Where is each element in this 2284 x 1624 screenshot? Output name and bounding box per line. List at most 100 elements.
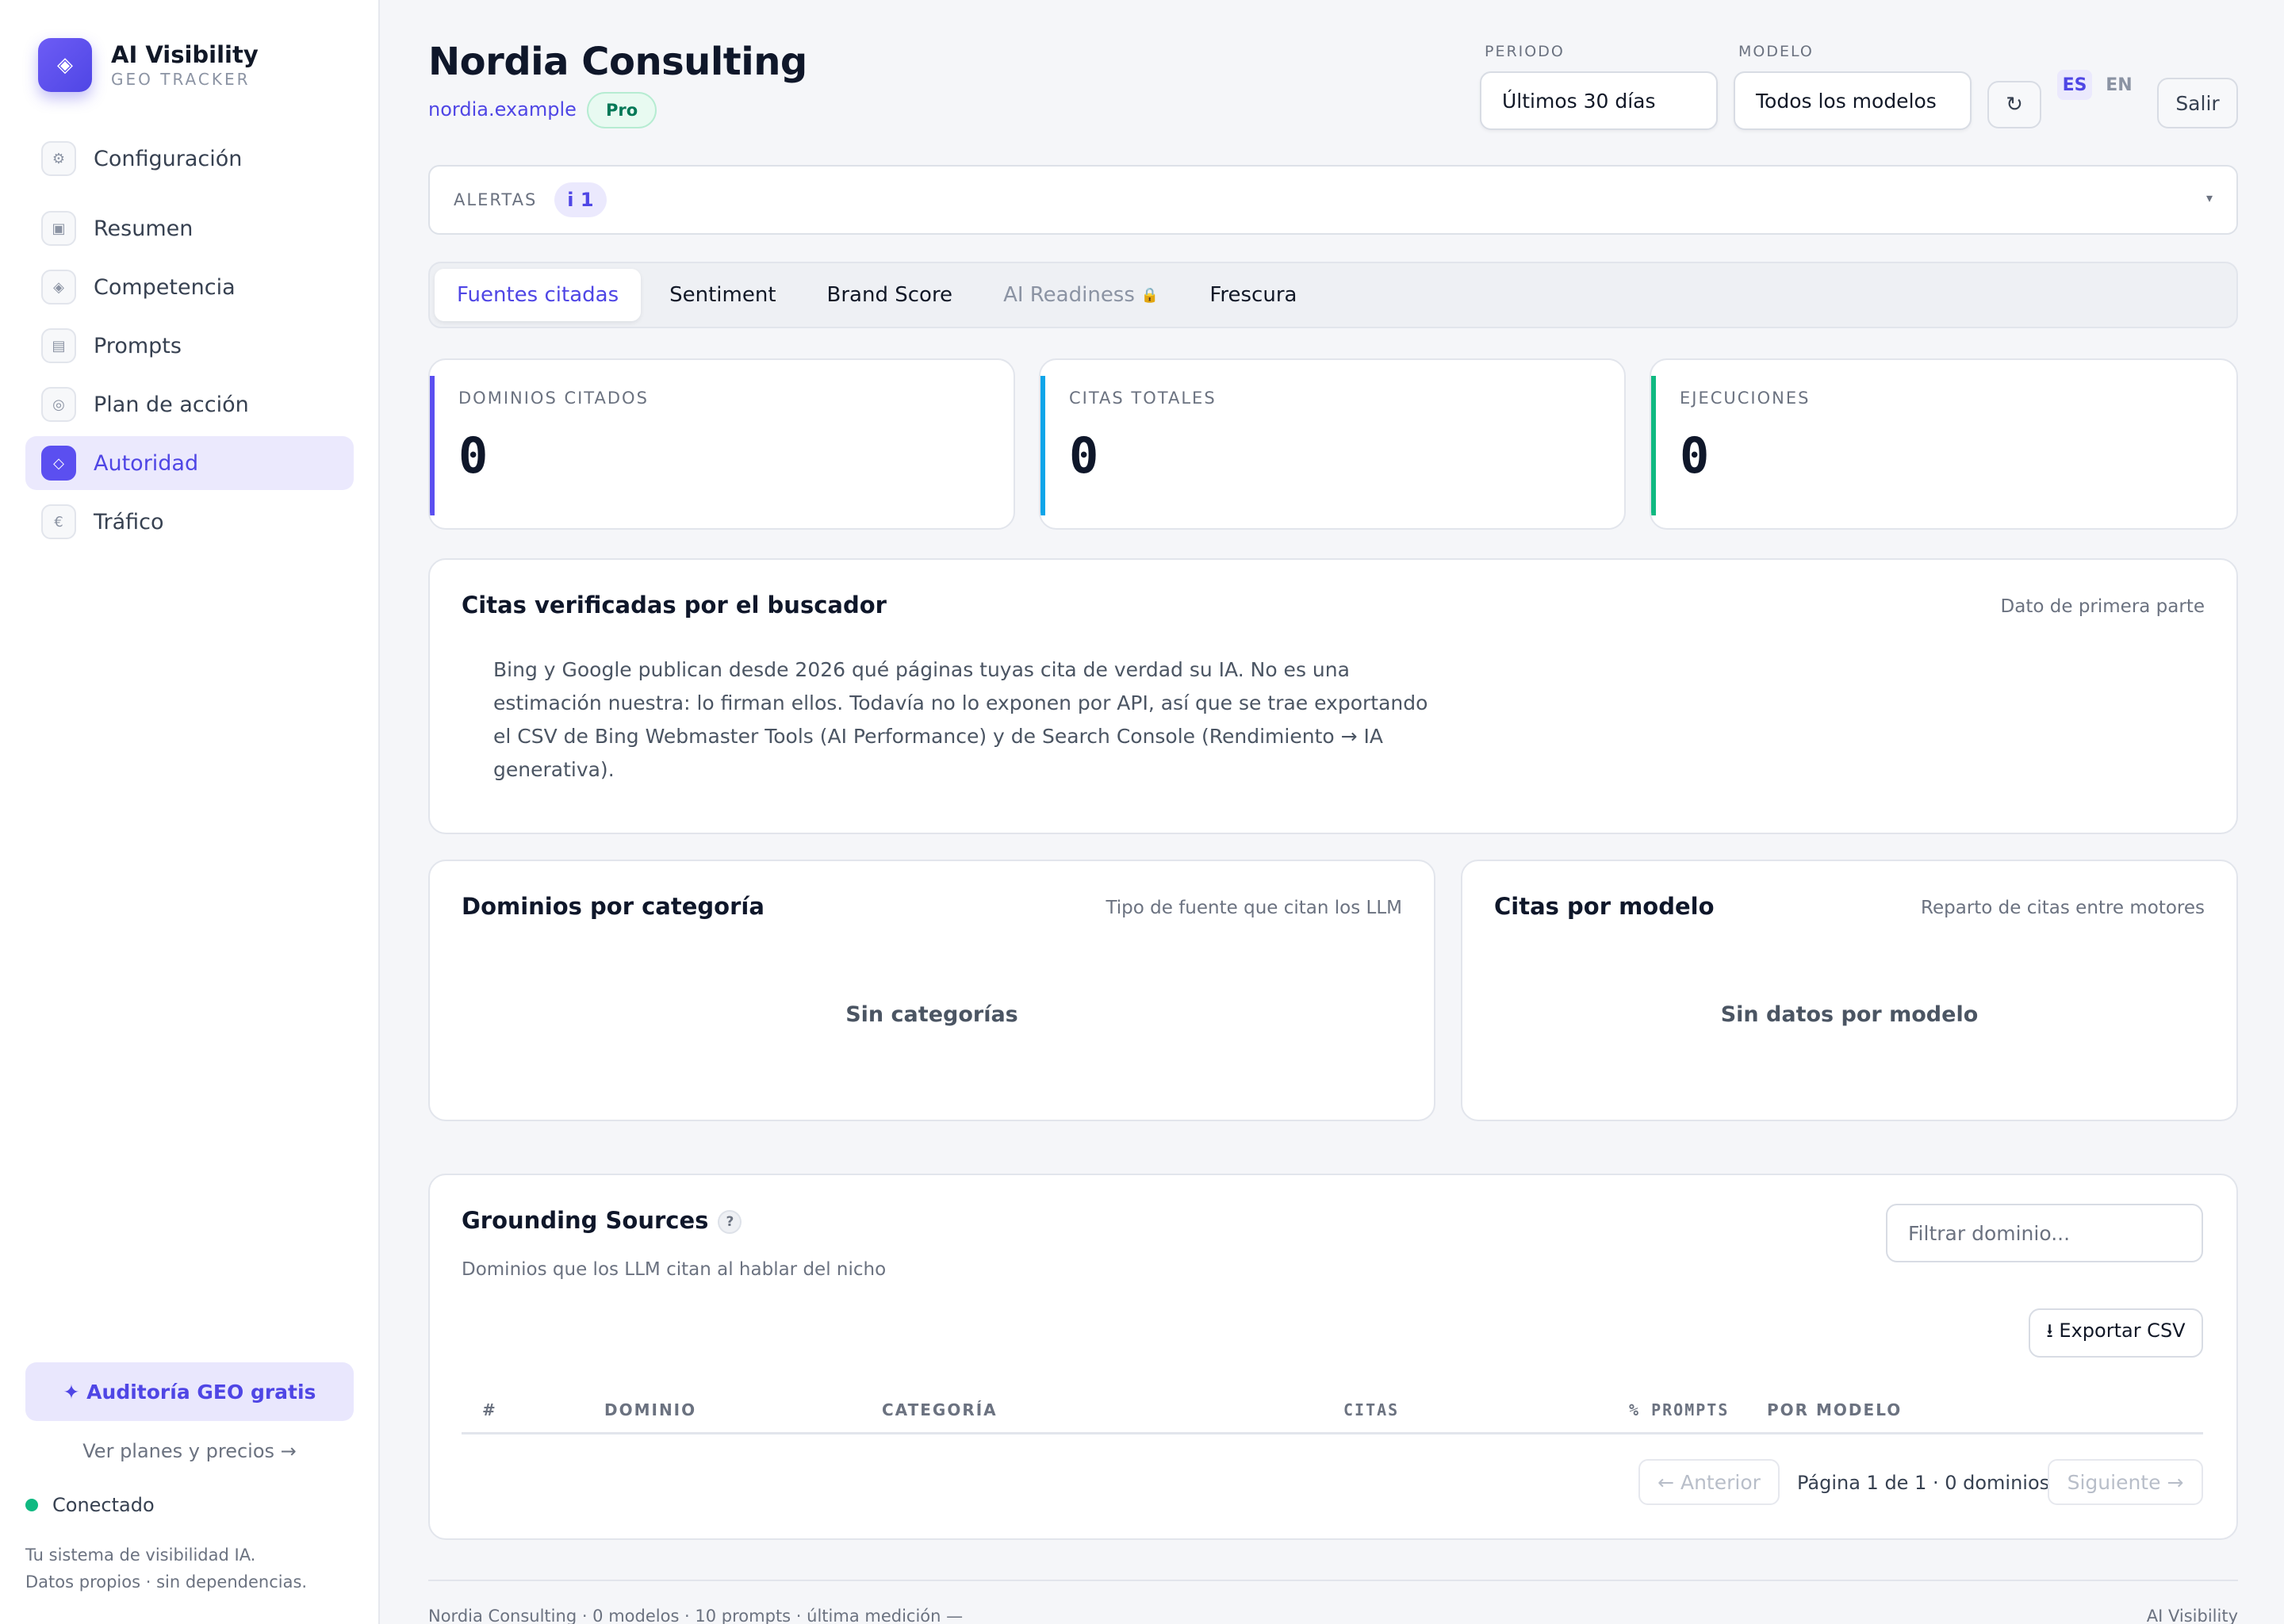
lock-icon: 🔒 xyxy=(1140,286,1159,304)
column-header-citations[interactable]: CITAS xyxy=(1343,1400,1399,1419)
gear-icon: ⚙ xyxy=(41,141,76,176)
stat-label: DOMINIOS CITADOS xyxy=(458,389,649,408)
model-label: MODELO xyxy=(1738,43,1814,60)
column-header-domain[interactable]: DOMINIO xyxy=(604,1400,696,1419)
sidebar-item-competencia[interactable]: ◈ Competencia xyxy=(25,260,354,314)
empty-state: Sin datos por modelo xyxy=(1720,1002,1979,1027)
stat-value: 0 xyxy=(1069,427,1099,485)
card-title: Citas por modelo xyxy=(1494,893,1715,920)
target-icon: ◎ xyxy=(41,387,76,422)
diamond-icon: ◇ xyxy=(41,446,76,481)
refresh-icon: ↻ xyxy=(2006,93,2023,117)
card-note: Reparto de citas entre motores xyxy=(1921,898,2205,918)
plan-badge: Pro xyxy=(587,92,657,128)
verified-citations-card: Citas verificadas por el buscador Dato d… xyxy=(428,558,2238,834)
footer-brand: AI Visibility xyxy=(2146,1607,2238,1624)
lang-es-button[interactable]: ES xyxy=(2057,70,2092,100)
stat-value: 0 xyxy=(458,427,489,485)
stat-label: CITAS TOTALES xyxy=(1069,389,1217,408)
sidebar-item-label: Configuración xyxy=(94,146,243,171)
sidebar-item-trafico[interactable]: € Tráfico xyxy=(25,495,354,549)
alerts-count-badge: i 1 xyxy=(554,182,607,217)
list-icon: ▤ xyxy=(41,328,76,363)
column-header-category[interactable]: CATEGORÍA xyxy=(882,1400,998,1419)
sidebar-item-label: Plan de acción xyxy=(94,392,249,417)
sidebar-item-prompts[interactable]: ▤ Prompts xyxy=(25,319,354,373)
brand[interactable]: ◈ AI Visibility GEO TRACKER xyxy=(38,38,259,92)
stat-value: 0 xyxy=(1680,427,1710,485)
audit-geo-button[interactable]: ✦ Auditoría GEO gratis xyxy=(25,1362,354,1421)
lang-en-button[interactable]: EN xyxy=(2102,70,2136,100)
logout-button[interactable]: Salir xyxy=(2157,78,2238,128)
tab-bar: Fuentes citadas Sentiment Brand Score AI… xyxy=(428,262,2238,328)
connection-status: Conectado xyxy=(25,1494,155,1516)
sidebar-item-label: Autoridad xyxy=(94,450,199,476)
alerts-label: ALERTAS xyxy=(454,190,538,209)
stat-accent-bar xyxy=(1040,376,1045,515)
empty-state: Sin categorías xyxy=(845,1002,1018,1027)
previous-page-button[interactable]: ← Anterior xyxy=(1638,1459,1780,1505)
chevron-down-icon: ▾ xyxy=(2205,190,2213,205)
model-select[interactable]: Todos los modelos xyxy=(1734,71,1972,130)
period-label: PERIODO xyxy=(1485,43,1565,60)
plans-link[interactable]: Ver planes y precios → xyxy=(25,1440,354,1462)
next-page-button[interactable]: Siguiente → xyxy=(2048,1459,2203,1505)
sidebar-item-label: Tráfico xyxy=(94,509,164,534)
domains-by-category-card: Dominios por categoría Tipo de fuente qu… xyxy=(428,860,1435,1121)
tab-sentiment[interactable]: Sentiment xyxy=(647,269,798,321)
page-title: Nordia Consulting xyxy=(428,40,807,84)
tagline: Tu sistema de visibilidad IA. Datos prop… xyxy=(25,1542,307,1595)
sidebar: ◈ AI Visibility GEO TRACKER ⚙ Configurac… xyxy=(0,0,380,1624)
period-select[interactable]: Últimos 30 días xyxy=(1480,71,1718,130)
euro-icon: € xyxy=(41,504,76,539)
status-dot-icon xyxy=(25,1499,38,1511)
square-icon: ▣ xyxy=(41,211,76,246)
stat-card-dominios-citados: DOMINIOS CITADOS 0 xyxy=(428,358,1015,530)
card-title: Citas verificadas por el buscador xyxy=(462,592,887,619)
domain-link[interactable]: nordia.example xyxy=(428,98,577,121)
grounding-title: Grounding Sources xyxy=(462,1207,709,1234)
refresh-button[interactable]: ↻ xyxy=(1987,81,2041,128)
footer-divider xyxy=(428,1580,2238,1581)
card-title: Grounding Sources? xyxy=(462,1207,742,1234)
stat-label: EJECUCIONES xyxy=(1680,389,1811,408)
grounding-sources-card: Grounding Sources? Dominios que los LLM … xyxy=(428,1174,2238,1540)
card-title: Dominios por categoría xyxy=(462,893,765,920)
sidebar-item-label: Resumen xyxy=(94,216,194,241)
table-divider xyxy=(462,1432,2203,1434)
tagline-line: Datos propios · sin dependencias. xyxy=(25,1572,308,1591)
tab-ai-readiness[interactable]: AI Readiness 🔒 xyxy=(981,269,1181,321)
tab-fuentes-citadas[interactable]: Fuentes citadas xyxy=(435,269,642,321)
citations-by-model-card: Citas por modelo Reparto de citas entre … xyxy=(1461,860,2238,1121)
column-header-by-model: POR MODELO xyxy=(1767,1400,1903,1419)
tab-frescura[interactable]: Frescura xyxy=(1187,269,1319,321)
sidebar-item-autoridad[interactable]: ◇ Autoridad xyxy=(25,436,354,490)
export-csv-button[interactable]: ⭳ Exportar CSV xyxy=(2029,1308,2203,1358)
card-body: Bing y Google publican desde 2026 qué pá… xyxy=(493,658,1428,781)
tab-label: AI Readiness xyxy=(1003,283,1135,307)
stat-accent-bar xyxy=(1651,376,1656,515)
column-header-prompts-pct[interactable]: % PROMPTS xyxy=(1629,1400,1729,1419)
stat-card-ejecuciones: EJECUCIONES 0 xyxy=(1650,358,2238,530)
card-note: Tipo de fuente que citan los LLM xyxy=(1106,898,1402,918)
tagline-line: Tu sistema de visibilidad IA. xyxy=(25,1545,256,1565)
sidebar-nav: ⚙ Configuración ▣ Resumen ◈ Competencia … xyxy=(25,132,354,553)
brand-subtitle: GEO TRACKER xyxy=(111,70,251,89)
sidebar-item-label: Prompts xyxy=(94,333,182,358)
brand-title: AI Visibility xyxy=(111,41,259,68)
stat-accent-bar xyxy=(430,376,435,515)
pagination-info: Página 1 de 1 · 0 dominios xyxy=(1797,1472,2050,1494)
column-header-index: # xyxy=(482,1400,497,1419)
footer-summary: Nordia Consulting · 0 modelos · 10 promp… xyxy=(428,1607,964,1624)
help-icon[interactable]: ? xyxy=(718,1210,742,1234)
card-subtitle: Dominios que los LLM citan al hablar del… xyxy=(462,1259,887,1280)
sidebar-item-plan-de-accion[interactable]: ◎ Plan de acción xyxy=(25,377,354,431)
card-note: Dato de primera parte xyxy=(2000,596,2205,617)
sidebar-item-configuracion[interactable]: ⚙ Configuración xyxy=(25,132,354,186)
domain-filter-input[interactable] xyxy=(1886,1204,2203,1262)
stat-card-citas-totales: CITAS TOTALES 0 xyxy=(1039,358,1626,530)
status-label: Conectado xyxy=(52,1494,155,1516)
sidebar-item-resumen[interactable]: ▣ Resumen xyxy=(25,201,354,255)
tab-brand-score[interactable]: Brand Score xyxy=(805,269,975,321)
alerts-bar[interactable]: ALERTAS i 1 ▾ xyxy=(428,165,2238,235)
